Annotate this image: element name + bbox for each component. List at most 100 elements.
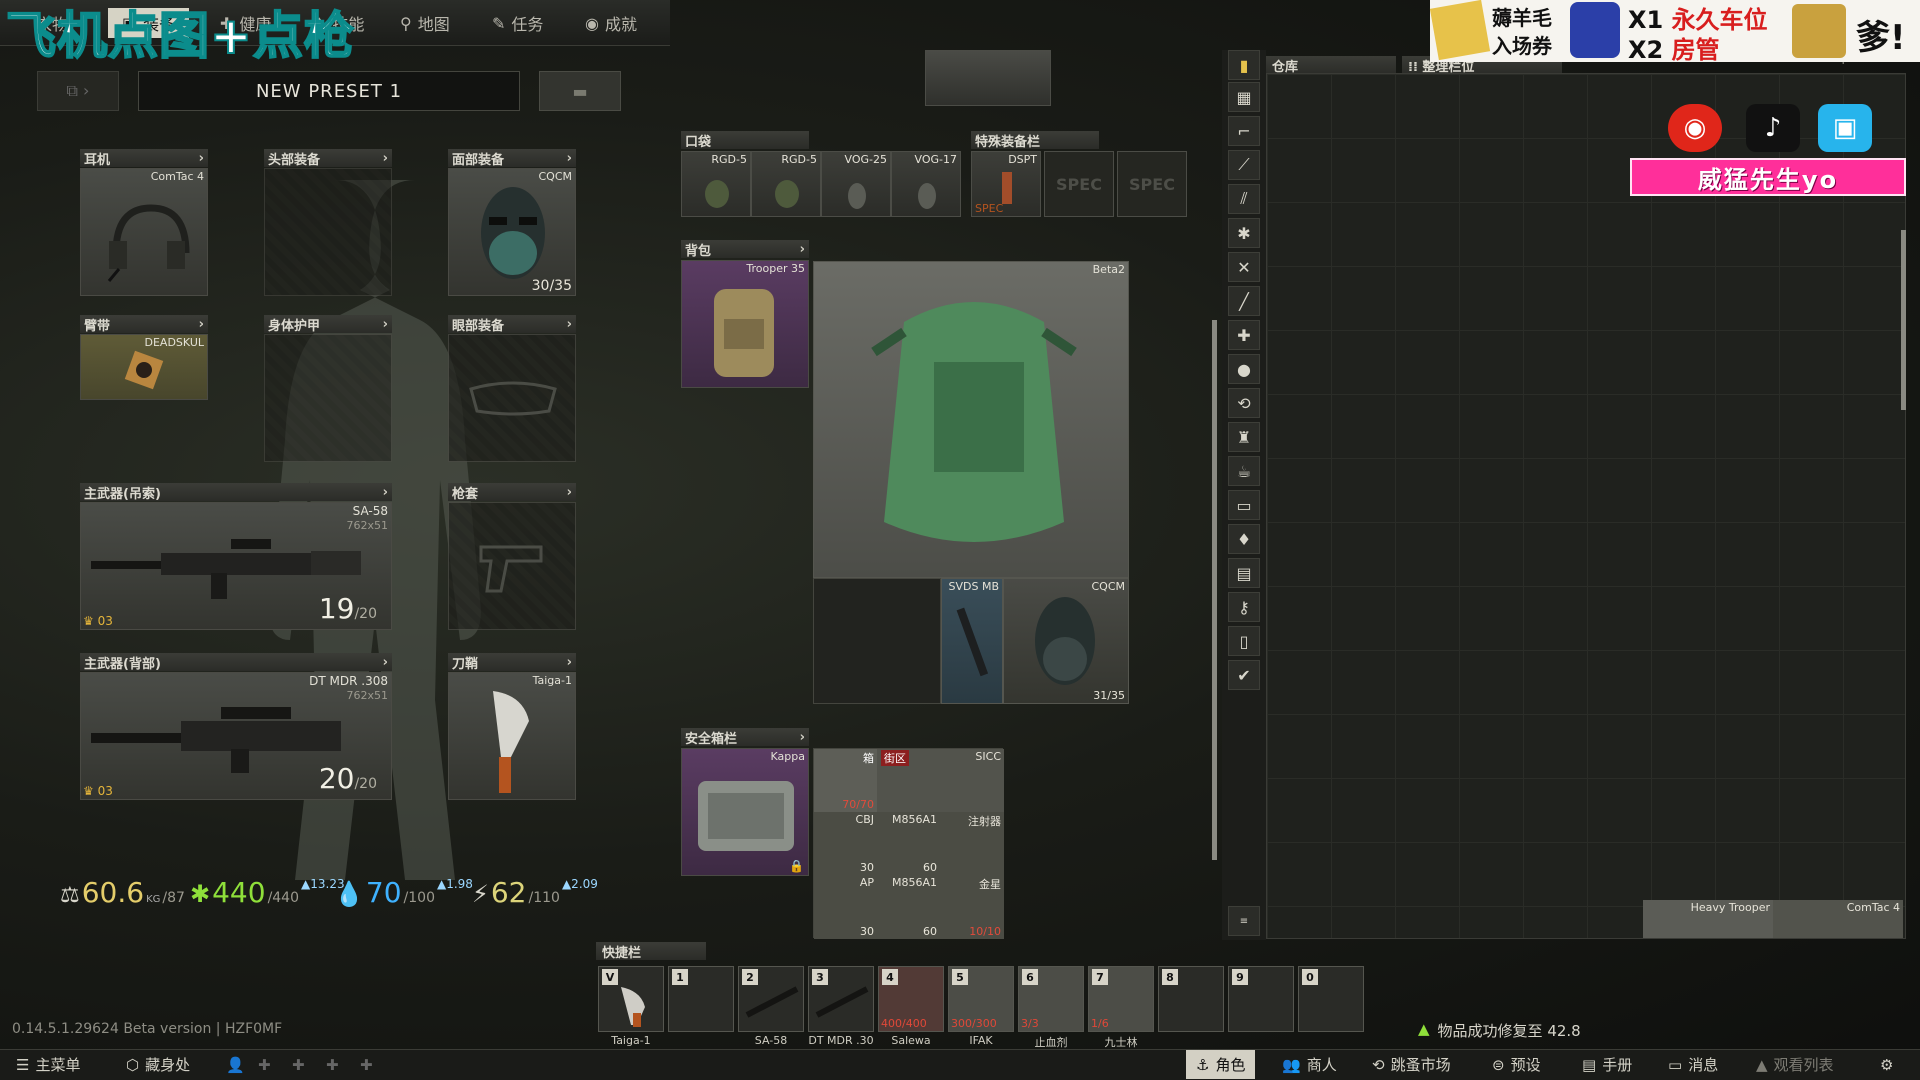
hotbar-slot-7[interactable]: 7 1/6: [1088, 966, 1154, 1032]
hotbar-slot-5[interactable]: 5 300/300: [948, 966, 1014, 1032]
hotbar-slot-9[interactable]: 9: [1228, 966, 1294, 1032]
hotbar-slot-8[interactable]: 8: [1158, 966, 1224, 1032]
filter-ammo-icon[interactable]: ⫽: [1228, 184, 1260, 214]
filter-knives-icon[interactable]: ⟋: [1228, 150, 1260, 180]
filter-special-icon[interactable]: ▯: [1228, 626, 1260, 656]
pocket-slot[interactable]: RGD-5: [681, 151, 751, 217]
hotbar-label: SA-58: [754, 1034, 788, 1047]
backpack-open-container[interactable]: Beta2: [813, 261, 1129, 578]
streamer-name-banner: 威猛先生yo: [1630, 158, 1906, 196]
hotbar-slot-3[interactable]: 3: [808, 966, 874, 1032]
filter-info-icon[interactable]: ▤: [1228, 558, 1260, 588]
profile-button[interactable]: 👤: [226, 1050, 245, 1079]
flea-market-button[interactable]: ⟲ 跳蚤市场: [1372, 1050, 1451, 1079]
filter-keys-icon[interactable]: ⚷: [1228, 592, 1260, 622]
filter-grenades-icon[interactable]: ●: [1228, 354, 1260, 384]
pocket-slot[interactable]: VOG-25: [821, 151, 891, 217]
special-slot-dspt[interactable]: DSPT SPEC: [971, 151, 1041, 217]
stash-grid[interactable]: Heavy Trooper ComTac 4: [1266, 73, 1906, 939]
backpack-cell-svds[interactable]: SVDS MB: [941, 578, 1003, 704]
filter-containers-icon[interactable]: ▭: [1228, 490, 1260, 520]
hotbar-slot-4[interactable]: 4 400/400: [878, 966, 944, 1032]
special-slot-empty[interactable]: SPEC: [1044, 151, 1114, 217]
filter-armor-icon[interactable]: ♦: [1228, 524, 1260, 554]
secure-item-blood[interactable]: 箱 70/70: [814, 749, 877, 812]
slot-headwear[interactable]: [264, 168, 392, 296]
hotbar-slot-v[interactable]: V: [598, 966, 664, 1032]
secure-item-ammo[interactable]: M856A1 60: [877, 875, 940, 939]
container-top-items[interactable]: [925, 50, 1051, 106]
stash-item-comtac[interactable]: ComTac 4: [1773, 900, 1903, 938]
slot-facecover[interactable]: CQCM 30/35: [448, 168, 576, 296]
equipment-scrollbar[interactable]: [1212, 320, 1217, 860]
watchlist-button[interactable]: ▲ 观看列表: [1756, 1050, 1834, 1079]
filter-checked-icon[interactable]: ✔: [1228, 660, 1260, 690]
filter-medical-icon[interactable]: ✚: [1228, 320, 1260, 350]
filter-barter-icon[interactable]: ⟲: [1228, 388, 1260, 418]
slot-earpiece[interactable]: ComTac 4: [80, 168, 208, 296]
stat-weight: ⚖ 60.6 KG/87: [60, 876, 185, 909]
slot-eyewear[interactable]: [448, 334, 576, 462]
menu-icon: ☰: [16, 1055, 30, 1074]
traders-button[interactable]: 👥 商人: [1282, 1050, 1337, 1079]
add-slot-icon[interactable]: ✚: [326, 1050, 339, 1079]
filter-food-icon[interactable]: ☕: [1228, 456, 1260, 486]
stash-scrollbar[interactable]: [1901, 230, 1906, 410]
add-slot-icon[interactable]: ✚: [258, 1050, 271, 1079]
tab-tasks[interactable]: ✎ 任务: [492, 8, 543, 38]
add-slot-icon[interactable]: ✚: [360, 1050, 373, 1079]
secure-item-ammo[interactable]: AP 30: [814, 875, 877, 939]
slot-backpack[interactable]: Trooper 35: [681, 260, 809, 388]
character-icon: ⚓: [1196, 1055, 1210, 1074]
slot-holster[interactable]: [448, 502, 576, 630]
filter-mods-icon[interactable]: ✱: [1228, 218, 1260, 248]
preset-save-button[interactable]: ▬: [539, 71, 621, 111]
secure-item-ammo[interactable]: CBJ 30: [814, 812, 877, 875]
settings-button[interactable]: ⚙: [1880, 1050, 1893, 1079]
hotbar-label: Salewa: [891, 1034, 931, 1047]
main-menu-button[interactable]: ☰ 主菜单: [16, 1050, 80, 1079]
preset-list-button[interactable]: ⧉ ›: [37, 71, 119, 111]
slot-armband[interactable]: DEADSKUL: [80, 334, 208, 400]
achievements-icon: ◉: [585, 13, 599, 33]
hotbar-slot-2[interactable]: 2: [738, 966, 804, 1032]
preset-name-field[interactable]: NEW PRESET 1: [138, 71, 520, 111]
stash-item-heavy-trooper[interactable]: Heavy Trooper: [1643, 900, 1773, 938]
filter-favorites-icon[interactable]: ▮: [1228, 50, 1260, 80]
hotbar-slot-1[interactable]: 1: [668, 966, 734, 1032]
kappa-case-icon: [698, 781, 794, 851]
copy-icon: ⧉ ›: [66, 81, 90, 100]
secure-item-ammo[interactable]: M856A1 60: [877, 812, 940, 875]
character-button[interactable]: ⚓ 角色: [1186, 1050, 1256, 1079]
slot-body-armor[interactable]: [264, 334, 392, 462]
hotbar-slot-0[interactable]: 0: [1298, 966, 1364, 1032]
filter-weapons-icon[interactable]: ⌐: [1228, 116, 1260, 146]
add-slot-icon[interactable]: ✚: [292, 1050, 305, 1079]
filter-collapse-icon[interactable]: ≡: [1228, 906, 1260, 936]
slot-primary-sling[interactable]: SA-58 762x51 19/20 ♛ 03: [80, 502, 392, 630]
secure-item-goldenstar[interactable]: 金星 10/10: [940, 875, 1004, 939]
filter-gear-icon[interactable]: ♜: [1228, 422, 1260, 452]
slot-secure-container[interactable]: Kappa 🔒: [681, 748, 809, 876]
stash-title: 仓库: [1266, 56, 1396, 75]
presets-button[interactable]: ⊜ 预设: [1492, 1050, 1541, 1079]
secure-item-sicc[interactable]: SICC 街区: [877, 749, 1004, 812]
slot-scabbard[interactable]: Taiga-1: [448, 672, 576, 800]
backpack-cell-cqcm[interactable]: CQCM 31/35: [1003, 578, 1129, 704]
messages-button[interactable]: ▭ 消息: [1668, 1050, 1718, 1079]
backpack-cell-empty[interactable]: [813, 578, 941, 704]
tab-map[interactable]: ⚲ 地图: [400, 8, 450, 38]
hotbar-slot-6[interactable]: 6 3/3: [1018, 966, 1084, 1032]
secure-item-injector[interactable]: 注射器: [940, 812, 1004, 875]
pocket-slot[interactable]: VOG-17: [891, 151, 961, 217]
version-text: 0.14.5.1.29624 Beta version | HZF0MF: [12, 1021, 283, 1037]
tab-achievements[interactable]: ◉ 成就: [585, 8, 637, 38]
handbook-button[interactable]: ▤ 手册: [1582, 1050, 1632, 1079]
hideout-button[interactable]: ⬡ 藏身处: [126, 1050, 190, 1079]
special-slot-empty[interactable]: SPEC: [1117, 151, 1187, 217]
filter-close-icon[interactable]: ✕: [1228, 252, 1260, 282]
pocket-slot[interactable]: RGD-5: [751, 151, 821, 217]
filter-all-icon[interactable]: ▦: [1228, 82, 1260, 112]
slot-primary-back[interactable]: DT MDR .308 762x51 20/20 ♛ 03: [80, 672, 392, 800]
filter-melee-icon[interactable]: ╱: [1228, 286, 1260, 316]
